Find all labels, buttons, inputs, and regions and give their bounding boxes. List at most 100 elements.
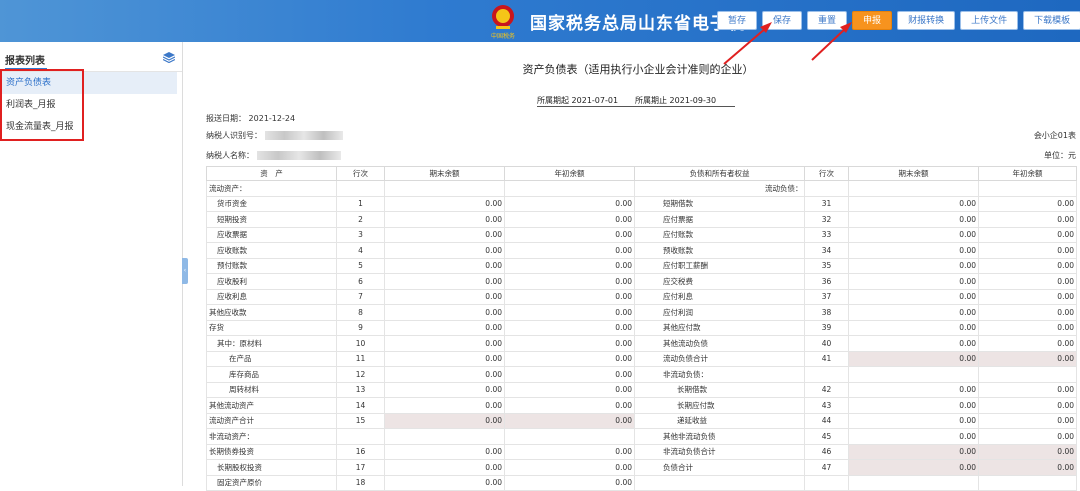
asset-opening-balance[interactable]: 0.00 <box>504 366 635 383</box>
liability-line-number: 41 <box>804 351 849 367</box>
asset-opening-balance[interactable]: 0.00 <box>504 304 635 321</box>
asset-item-name: 库存商品 <box>206 366 337 383</box>
toolbar-button-4[interactable]: 财报转换 <box>897 11 956 30</box>
liability-ending-balance[interactable]: 0.00 <box>848 304 979 321</box>
liability-opening-balance[interactable]: 0.00 <box>978 227 1077 243</box>
asset-opening-balance[interactable]: 0.00 <box>504 382 635 398</box>
liability-opening-balance[interactable]: 0.00 <box>978 382 1077 398</box>
liability-ending-balance[interactable]: 0.00 <box>848 428 979 445</box>
liability-ending-balance[interactable]: 0.00 <box>848 258 979 274</box>
liability-opening-balance <box>978 366 1077 383</box>
sidebar-collapse-handle[interactable]: ‹ <box>182 258 188 284</box>
liability-opening-balance[interactable]: 0.00 <box>978 304 1077 321</box>
asset-ending-balance: 0.00 <box>384 413 505 429</box>
liability-ending-balance[interactable]: 0.00 <box>848 413 979 429</box>
asset-ending-balance[interactable]: 0.00 <box>384 382 505 398</box>
asset-opening-balance[interactable]: 0.00 <box>504 227 635 243</box>
asset-ending-balance[interactable]: 0.00 <box>384 196 505 212</box>
asset-opening-balance[interactable]: 0.00 <box>504 273 635 290</box>
toolbar-button-5[interactable]: 上传文件 <box>960 11 1019 30</box>
toolbar-button-1[interactable]: 保存 <box>762 11 803 30</box>
toolbar-button-6[interactable]: 下载模板 <box>1023 11 1080 30</box>
sidebar-header: 报表列表 <box>0 42 182 72</box>
liability-ending-balance[interactable]: 0.00 <box>848 227 979 243</box>
table-row: 周转材料 13 0.00 0.00 长期借款 42 0.00 0.00 <box>206 382 1077 398</box>
asset-opening-balance[interactable]: 0.00 <box>504 289 635 305</box>
toolbar-button-2[interactable]: 重置 <box>807 11 848 30</box>
liability-opening-balance[interactable]: 0.00 <box>978 335 1077 352</box>
sidebar-title-underline <box>5 68 47 70</box>
table-row: 货币资金 1 0.00 0.00 短期借款 31 0.00 0.00 <box>206 196 1077 212</box>
asset-opening-balance[interactable]: 0.00 <box>504 459 635 476</box>
liability-opening-balance[interactable]: 0.00 <box>978 273 1077 290</box>
liability-ending-balance[interactable]: 0.00 <box>848 242 979 259</box>
liability-ending-balance[interactable]: 0.00 <box>848 382 979 398</box>
asset-opening-balance[interactable]: 0.00 <box>504 351 635 367</box>
liability-ending-balance[interactable]: 0.00 <box>848 289 979 305</box>
asset-ending-balance[interactable]: 0.00 <box>384 444 505 460</box>
asset-ending-balance[interactable]: 0.00 <box>384 475 505 491</box>
asset-ending-balance[interactable]: 0.00 <box>384 351 505 367</box>
asset-opening-balance[interactable]: 0.00 <box>504 211 635 228</box>
asset-opening-balance <box>504 428 635 445</box>
asset-ending-balance[interactable]: 0.00 <box>384 304 505 321</box>
toolbar-button-3[interactable]: 申报 <box>852 11 893 30</box>
liability-opening-balance[interactable]: 0.00 <box>978 413 1077 429</box>
liability-item-name: 预收账款 <box>634 242 805 259</box>
liability-opening-balance[interactable]: 0.00 <box>978 242 1077 259</box>
asset-opening-balance[interactable]: 0.00 <box>504 242 635 259</box>
liability-item-name: 应付利润 <box>634 304 805 321</box>
taxpayer-name-label: 纳税人名称： <box>206 151 254 160</box>
layers-icon[interactable] <box>163 52 175 63</box>
asset-opening-balance[interactable]: 0.00 <box>504 320 635 336</box>
liability-ending-balance: 0.00 <box>848 459 979 476</box>
asset-ending-balance[interactable]: 0.00 <box>384 273 505 290</box>
toolbar-button-0[interactable]: 暂存 <box>717 11 758 30</box>
asset-ending-balance[interactable]: 0.00 <box>384 335 505 352</box>
asset-opening-balance[interactable]: 0.00 <box>504 475 635 491</box>
asset-opening-balance[interactable]: 0.00 <box>504 397 635 414</box>
asset-ending-balance[interactable]: 0.00 <box>384 397 505 414</box>
liability-opening-balance: 0.00 <box>978 351 1077 367</box>
top-banner: 中国税务 国家税务总局山东省电子税 暂存保存重置申报财报转换上传文件下载模板上传… <box>0 0 1080 42</box>
liability-ending-balance: 0.00 <box>848 444 979 460</box>
liability-ending-balance[interactable]: 0.00 <box>848 196 979 212</box>
asset-ending-balance[interactable]: 0.00 <box>384 227 505 243</box>
asset-item-name: 长期债券投资 <box>206 444 337 460</box>
liability-opening-balance[interactable]: 0.00 <box>978 428 1077 445</box>
asset-ending-balance[interactable]: 0.00 <box>384 242 505 259</box>
liability-opening-balance[interactable]: 0.00 <box>978 289 1077 305</box>
asset-ending-balance[interactable]: 0.00 <box>384 320 505 336</box>
period-start-value[interactable]: 2021-07-01 <box>572 96 619 105</box>
asset-item-name: 固定资产原价 <box>206 475 337 491</box>
sidebar-item-2[interactable]: 现金流量表_月报 <box>2 116 177 138</box>
column-header-3: 年初余额 <box>504 166 635 181</box>
period-end-value[interactable]: 2021-09-30 <box>670 96 717 105</box>
liability-ending-balance[interactable]: 0.00 <box>848 397 979 414</box>
liability-item-name: 应付账款 <box>634 227 805 243</box>
asset-ending-balance[interactable]: 0.00 <box>384 366 505 383</box>
sidebar-item-1[interactable]: 利润表_月报 <box>2 94 177 116</box>
asset-ending-balance[interactable]: 0.00 <box>384 459 505 476</box>
liability-ending-balance[interactable]: 0.00 <box>848 273 979 290</box>
asset-opening-balance[interactable]: 0.00 <box>504 444 635 460</box>
asset-opening-balance[interactable]: 0.00 <box>504 258 635 274</box>
liability-opening-balance[interactable]: 0.00 <box>978 320 1077 336</box>
liability-opening-balance[interactable]: 0.00 <box>978 211 1077 228</box>
liability-opening-balance[interactable]: 0.00 <box>978 196 1077 212</box>
asset-opening-balance[interactable]: 0.00 <box>504 196 635 212</box>
liability-opening-balance[interactable]: 0.00 <box>978 397 1077 414</box>
liability-ending-balance[interactable]: 0.00 <box>848 211 979 228</box>
liability-line-number <box>804 366 849 383</box>
liability-item-name: 其他非流动负债 <box>634 428 805 445</box>
asset-opening-balance[interactable]: 0.00 <box>504 335 635 352</box>
asset-ending-balance[interactable]: 0.00 <box>384 211 505 228</box>
asset-ending-balance[interactable]: 0.00 <box>384 258 505 274</box>
liability-ending-balance[interactable]: 0.00 <box>848 335 979 352</box>
asset-ending-balance[interactable]: 0.00 <box>384 289 505 305</box>
liability-opening-balance[interactable]: 0.00 <box>978 258 1077 274</box>
asset-item-name: 存货 <box>206 320 337 336</box>
liability-ending-balance[interactable]: 0.00 <box>848 320 979 336</box>
sidebar-item-0[interactable]: 资产负债表 <box>2 72 177 94</box>
asset-line-number: 13 <box>336 382 385 398</box>
